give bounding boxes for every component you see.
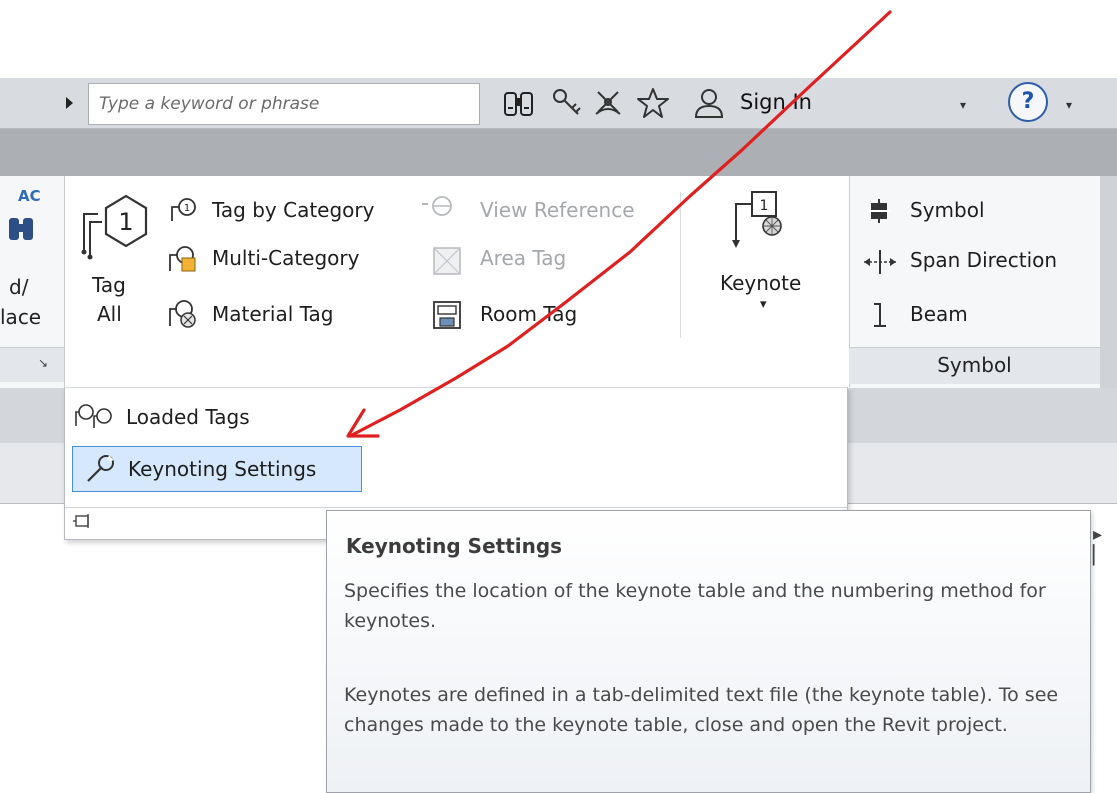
ribbon-scroll-edge [1100, 176, 1117, 388]
panel-separator [680, 192, 681, 338]
search-input[interactable] [89, 84, 479, 124]
tag-by-category-button[interactable]: Tag by Category [212, 198, 374, 222]
beam-button[interactable]: Beam [910, 302, 968, 326]
tag-by-category-icon[interactable]: 1 [168, 196, 198, 224]
multi-category-button[interactable]: Multi-Category [212, 246, 359, 270]
svg-text:1: 1 [760, 198, 769, 214]
key-icon[interactable] [548, 84, 586, 122]
tooltip-description: Specifies the location of the keynote ta… [344, 580, 1046, 632]
ribbon-tab-bar [0, 129, 1117, 176]
beam-icon[interactable] [868, 300, 888, 330]
tooltip-details: Keynotes are defined in a tab-delimited … [344, 684, 1059, 736]
symbol-icon[interactable] [866, 198, 892, 224]
room-tag-icon[interactable] [432, 300, 464, 332]
span-direction-icon[interactable] [862, 248, 898, 276]
symbol-button[interactable]: Symbol [910, 198, 985, 222]
tag-all-label-1[interactable]: Tag [92, 273, 126, 297]
sign-in-button[interactable]: Sign In [740, 90, 812, 114]
view-reference-icon [420, 194, 456, 224]
tooltip-title: Keynoting Settings [346, 534, 563, 558]
dropdown-footer-divider [65, 507, 847, 508]
satellite-icon[interactable] [590, 84, 628, 122]
search-field[interactable] [88, 83, 480, 125]
svg-text:1: 1 [118, 208, 133, 236]
material-tag-button[interactable]: Material Tag [212, 302, 333, 326]
sign-in-dropdown-icon[interactable]: ▾ [960, 98, 966, 112]
keynote-icon[interactable]: 1 [728, 188, 790, 250]
area-tag-button: Area Tag [480, 246, 567, 270]
left-panel-title-bar [0, 347, 64, 382]
left-panel-button-label-1[interactable]: d/ [9, 275, 28, 299]
keynote-dropdown-icon[interactable]: ▾ [760, 297, 767, 312]
view-reference-button: View Reference [480, 198, 635, 222]
keynote-button[interactable]: Keynote [720, 271, 801, 295]
search-expand-arrow-icon[interactable] [66, 97, 73, 109]
material-tag-icon[interactable] [166, 298, 198, 330]
star-icon[interactable] [634, 84, 672, 122]
binoculars-icon[interactable] [500, 84, 538, 122]
left-panel-button-label-2[interactable]: lace [0, 305, 41, 329]
tag-all-icon[interactable]: 1 [76, 192, 156, 260]
clipped-toolbar-icon: ▸ ▏ [1093, 524, 1107, 566]
help-dropdown-icon[interactable]: ▾ [1066, 98, 1072, 112]
wrench-icon[interactable] [84, 453, 120, 485]
span-direction-button[interactable]: Span Direction [910, 248, 1057, 272]
room-tag-button[interactable]: Room Tag [480, 302, 577, 326]
binoculars-icon[interactable] [8, 212, 34, 246]
dialog-launcher-icon[interactable]: ↘ [38, 356, 48, 370]
help-icon[interactable]: ? [1008, 82, 1048, 122]
keynoting-settings-label[interactable]: Keynoting Settings [128, 457, 316, 481]
left-panel-icon-label: AC [18, 187, 41, 205]
area-tag-icon [432, 246, 464, 276]
pin-icon[interactable] [72, 512, 94, 532]
multi-category-tag-icon[interactable] [166, 244, 198, 274]
user-icon[interactable] [690, 84, 728, 122]
svg-text:1: 1 [184, 203, 190, 214]
tag-all-label-2[interactable]: All [97, 302, 122, 326]
loaded-tags-icon[interactable] [74, 400, 122, 432]
symbol-panel-title: Symbol [937, 353, 1012, 377]
loaded-tags-button[interactable]: Loaded Tags [126, 405, 250, 429]
